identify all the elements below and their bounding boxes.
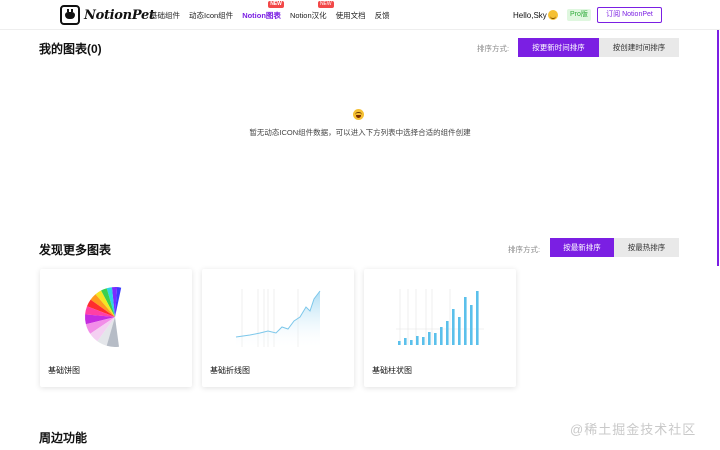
bar-chart-thumbnail-icon bbox=[396, 289, 484, 345]
card-label: 基础饼图 bbox=[48, 366, 80, 375]
nav-notion-localization-label: Notion汉化 bbox=[289, 10, 327, 20]
discover-title: 发现更多图表 bbox=[39, 243, 112, 257]
nav-docs[interactable]: 使用文档 bbox=[336, 10, 366, 21]
my-charts-title: 我的图表(0) bbox=[39, 42, 102, 56]
line-chart-thumbnail-icon bbox=[235, 289, 321, 347]
peripheral-title: 周边功能 bbox=[39, 431, 88, 445]
nav-dynamic-icon-components[interactable]: 动态Icon组件 bbox=[189, 10, 233, 21]
watermark: @稀土掘金技术社区 bbox=[570, 422, 697, 437]
main-nav: 基础组件 动态Icon组件 Notion图表 NEW Notion汉化 NEW … bbox=[150, 0, 399, 30]
new-badge: NEW bbox=[317, 0, 334, 8]
card-label: 基础柱状图 bbox=[372, 366, 412, 375]
card-label: 基础折线图 bbox=[210, 366, 250, 375]
empty-state-text: 暂无动态ICON组件数据，可以进入下方列表中选择合适的组件创建 bbox=[249, 128, 471, 137]
sort-by-hottest-button[interactable]: 按最热排序 bbox=[614, 238, 679, 257]
smile-emoji-icon bbox=[547, 10, 558, 20]
scrollbar[interactable] bbox=[717, 30, 719, 266]
nav-notion-localization[interactable]: Notion汉化 NEW bbox=[289, 0, 334, 21]
chart-card-bar[interactable]: 基础柱状图 bbox=[364, 269, 516, 387]
sort-by-create-time-button[interactable]: 按创建时间排序 bbox=[599, 38, 679, 57]
logo-text: NotionPet bbox=[84, 7, 155, 23]
logo[interactable]: NotionPet bbox=[60, 4, 155, 26]
sort-by-newest-button[interactable]: 按最新排序 bbox=[550, 238, 614, 257]
pie-chart-thumbnail-icon bbox=[84, 286, 122, 347]
my-charts-sort-label: 排序方式: bbox=[477, 44, 510, 53]
user-greeting: Hello,Sky bbox=[513, 10, 558, 20]
pet-logo-icon bbox=[60, 5, 80, 25]
chart-card-pie[interactable]: 基础饼图 bbox=[40, 269, 192, 387]
pro-badge: Pro版 bbox=[567, 9, 591, 21]
greeting-text: Hello,Sky bbox=[513, 10, 547, 20]
sort-by-update-time-button[interactable]: 按更新时间排序 bbox=[518, 38, 599, 57]
nav-notion-charts[interactable]: Notion图表 NEW bbox=[242, 0, 284, 21]
top-header: NotionPet 基础组件 动态Icon组件 Notion图表 NEW Not… bbox=[0, 0, 720, 30]
app-page: NotionPet 基础组件 动态Icon组件 Notion图表 NEW Not… bbox=[0, 0, 720, 450]
discover-sort-label: 排序方式: bbox=[508, 245, 541, 254]
subscribe-button[interactable]: 订阅 NotionPet bbox=[597, 7, 662, 23]
sad-emoji-icon bbox=[353, 109, 364, 120]
nav-feedback[interactable]: 反馈 bbox=[375, 10, 390, 21]
new-badge: NEW bbox=[268, 0, 284, 8]
nav-basic-components[interactable]: 基础组件 bbox=[150, 10, 180, 21]
nav-notion-charts-label: Notion图表 bbox=[242, 10, 281, 20]
chart-card-line[interactable]: 基础折线图 bbox=[202, 269, 354, 387]
